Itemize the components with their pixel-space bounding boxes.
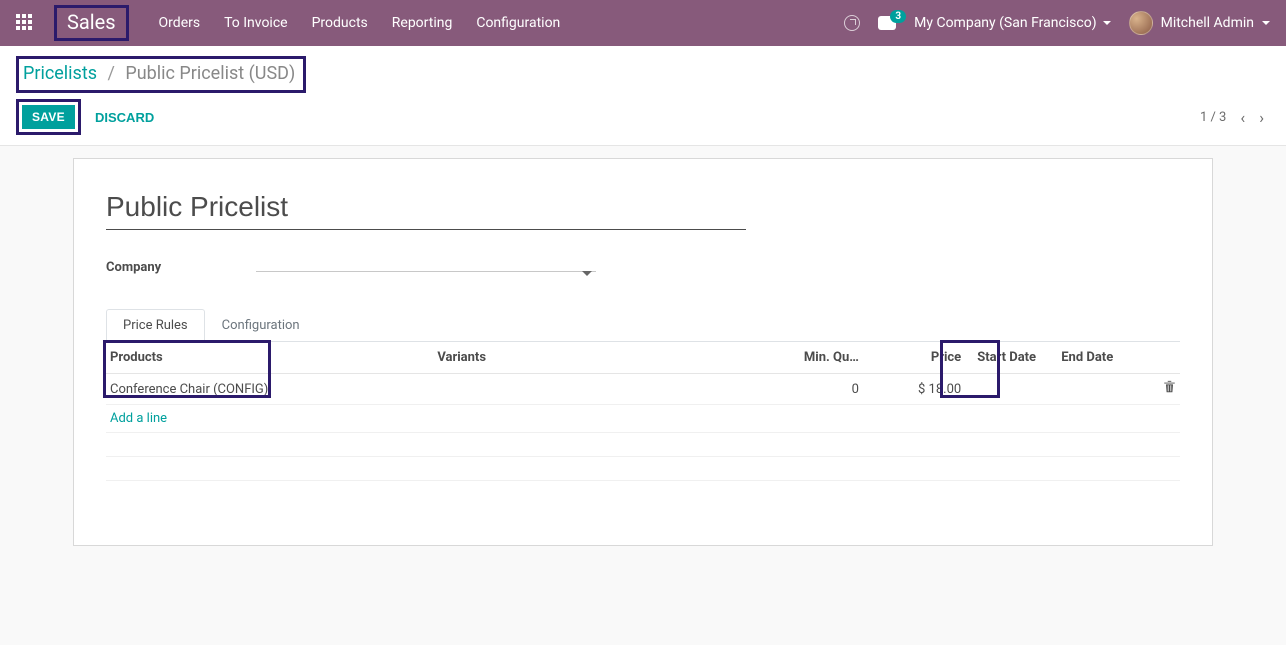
breadcrumb: Pricelists / Public Pricelist (USD) — [23, 63, 295, 84]
nav-reporting[interactable]: Reporting — [392, 15, 453, 31]
col-products[interactable]: Products — [106, 342, 433, 374]
empty-row — [106, 457, 1180, 481]
cell-start-date[interactable] — [965, 374, 1057, 405]
tab-configuration[interactable]: Configuration — [205, 309, 317, 342]
messaging-icon[interactable]: 3 — [878, 16, 896, 30]
discard-button[interactable]: DISCARD — [95, 110, 154, 125]
action-row: SAVE DISCARD 1 / 3 ‹ › — [16, 99, 1270, 135]
cell-product[interactable]: Conference Chair (CONFIG) — [106, 374, 433, 405]
nav-right: 3 My Company (San Francisco) Mitchell Ad… — [844, 11, 1270, 35]
apps-icon[interactable] — [16, 14, 34, 32]
brand-highlight[interactable]: Sales — [54, 5, 129, 41]
control-bar: Pricelists / Public Pricelist (USD) SAVE… — [0, 46, 1286, 135]
pager-prev-icon[interactable]: ‹ — [1240, 108, 1245, 127]
tab-price-rules[interactable]: Price Rules — [106, 309, 205, 342]
nav-products[interactable]: Products — [312, 15, 368, 31]
chat-badge: 3 — [890, 10, 906, 23]
price-rules-table: Products Variants Min. Qu… Price Start D… — [106, 342, 1180, 505]
cell-price[interactable]: $ 18.00 — [863, 374, 965, 405]
company-field-row: Company — [106, 260, 1180, 275]
col-actions — [1149, 342, 1180, 374]
trash-icon[interactable] — [1163, 380, 1176, 398]
company-name: My Company (San Francisco) — [914, 15, 1096, 31]
table-row[interactable]: Conference Chair (CONFIG) 0 $ 18.00 — [106, 374, 1180, 405]
cell-delete — [1149, 374, 1180, 405]
price-rules-panel: Products Variants Min. Qu… Price Start D… — [106, 342, 1180, 505]
save-button[interactable]: SAVE — [22, 105, 75, 129]
top-nav: Sales Orders To Invoice Products Reporti… — [0, 0, 1286, 46]
company-select[interactable] — [256, 263, 596, 272]
empty-row — [106, 481, 1180, 505]
cell-min-qty[interactable]: 0 — [781, 374, 863, 405]
add-line-link[interactable]: Add a line — [110, 411, 167, 426]
col-min-qty[interactable]: Min. Qu… — [781, 342, 863, 374]
pager-text: 1 / 3 — [1200, 110, 1226, 125]
col-start-date[interactable]: Start Date — [965, 342, 1057, 374]
company-label: Company — [106, 260, 256, 275]
breadcrumb-current: Public Pricelist (USD) — [125, 63, 295, 84]
col-price[interactable]: Price — [863, 342, 965, 374]
avatar — [1129, 11, 1153, 35]
pager: 1 / 3 ‹ › — [1200, 108, 1270, 127]
caret-down-icon — [1103, 21, 1111, 29]
pager-next-icon[interactable]: › — [1259, 108, 1264, 127]
cell-variants[interactable] — [433, 374, 781, 405]
form-sheet-background: Company Price Rules Configuration Produc… — [0, 145, 1286, 645]
col-variants[interactable]: Variants — [433, 342, 781, 374]
nav-menu: Orders To Invoice Products Reporting Con… — [159, 15, 561, 31]
company-switcher[interactable]: My Company (San Francisco) — [914, 15, 1110, 31]
user-menu[interactable]: Mitchell Admin — [1129, 11, 1270, 35]
save-highlight: SAVE — [16, 99, 81, 135]
user-name: Mitchell Admin — [1161, 15, 1254, 31]
empty-row — [106, 433, 1180, 457]
nav-configuration[interactable]: Configuration — [476, 15, 560, 31]
tabs: Price Rules Configuration — [106, 309, 1180, 342]
nav-to-invoice[interactable]: To Invoice — [224, 15, 288, 31]
breadcrumb-highlight: Pricelists / Public Pricelist (USD) — [16, 56, 306, 93]
form-sheet: Company Price Rules Configuration Produc… — [73, 158, 1213, 546]
cell-end-date[interactable] — [1057, 374, 1149, 405]
nav-orders[interactable]: Orders — [159, 15, 201, 31]
activity-clock-icon[interactable] — [844, 15, 860, 31]
app-brand: Sales — [67, 10, 116, 34]
breadcrumb-root[interactable]: Pricelists — [23, 63, 97, 84]
add-line-row: Add a line — [106, 405, 1180, 433]
breadcrumb-sep: / — [108, 63, 115, 84]
caret-down-icon — [1262, 21, 1270, 29]
pricelist-name-input[interactable] — [106, 187, 746, 230]
col-end-date[interactable]: End Date — [1057, 342, 1149, 374]
